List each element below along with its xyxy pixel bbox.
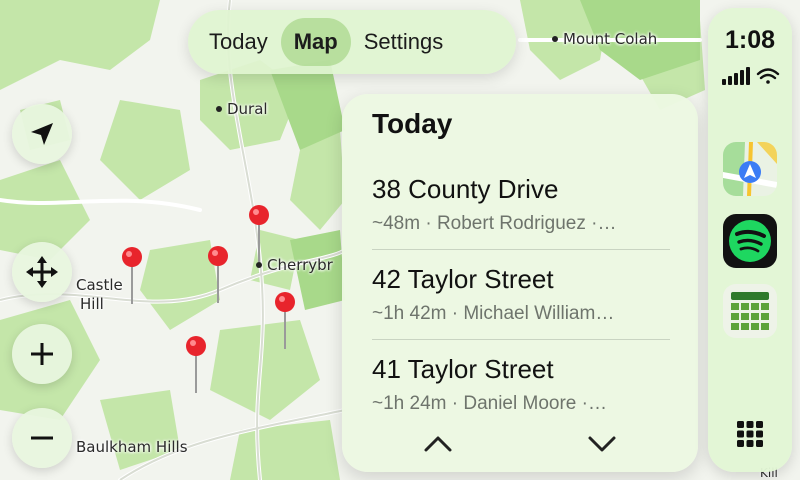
pan-button[interactable]	[12, 242, 72, 302]
tab-settings[interactable]: Settings	[351, 18, 457, 66]
item-address: 38 County Drive	[372, 174, 559, 204]
place-dot	[216, 105, 222, 112]
minus-icon	[31, 436, 53, 440]
place-name: Dural	[227, 100, 268, 118]
tab-map[interactable]: Map	[280, 18, 351, 66]
place-label-castle: Castle	[76, 276, 123, 294]
list-item[interactable]: 42 Taylor Street ~1h 42m · Michael Willi…	[372, 264, 672, 325]
signal-bars-icon	[722, 67, 750, 85]
item-details: ~1h 42m · Michael William…	[372, 303, 615, 324]
tab-today[interactable]: Today	[196, 18, 281, 66]
move-arrows-icon	[26, 256, 58, 288]
map-pin[interactable]	[185, 335, 207, 397]
place-name: Hill	[80, 295, 104, 313]
place-label-dural: Dural	[216, 100, 268, 118]
list-item[interactable]: 38 County Drive ~48m · Robert Rodriguez …	[372, 174, 672, 235]
chevron-up-icon[interactable]	[420, 432, 456, 456]
location-arrow-icon	[31, 123, 53, 145]
place-name: Cherrybr	[267, 256, 333, 274]
map-pin[interactable]	[207, 245, 229, 307]
status-bar	[722, 67, 780, 85]
map-pin[interactable]	[121, 246, 143, 308]
list-item[interactable]: 41 Taylor Street ~1h 24m · Daniel Moore …	[372, 354, 672, 415]
view-switcher: Today Map Settings	[188, 10, 516, 74]
dock-rail: 1:08	[708, 8, 792, 472]
app-grid-icon[interactable]	[734, 418, 766, 450]
zoom-out-button[interactable]	[12, 408, 72, 468]
item-details: ~48m · Robert Rodriguez ·…	[372, 213, 617, 234]
clock: 1:08	[724, 26, 776, 54]
place-name: Castle	[76, 276, 123, 294]
map-pin[interactable]	[248, 204, 270, 266]
locate-button[interactable]	[12, 104, 72, 164]
chevron-down-icon[interactable]	[584, 432, 620, 456]
zoom-in-button[interactable]	[12, 324, 72, 384]
place-label-hill: Hill	[80, 295, 104, 313]
grid-app-icon[interactable]	[723, 284, 777, 338]
divider	[372, 339, 670, 340]
divider	[372, 249, 670, 250]
plus-icon	[31, 343, 53, 365]
panel-title: Today	[372, 108, 453, 139]
place-name: Baulkham Hills	[76, 438, 188, 456]
item-details: ~1h 24m · Daniel Moore ·…	[372, 393, 607, 414]
spotify-app-icon[interactable]	[723, 214, 777, 268]
map-pin[interactable]	[274, 291, 296, 353]
maps-app-icon[interactable]	[723, 142, 777, 196]
wifi-icon	[756, 68, 780, 84]
today-panel: Today 38 County Drive ~48m · Robert Rodr…	[342, 94, 698, 472]
item-address: 41 Taylor Street	[372, 354, 554, 384]
place-label-baulkham-hills: Baulkham Hills	[76, 438, 188, 456]
place-name: Mount Colah	[563, 30, 658, 48]
item-address: 42 Taylor Street	[372, 264, 554, 294]
place-dot	[552, 35, 558, 42]
place-label-mount-colah: Mount Colah	[552, 30, 657, 48]
